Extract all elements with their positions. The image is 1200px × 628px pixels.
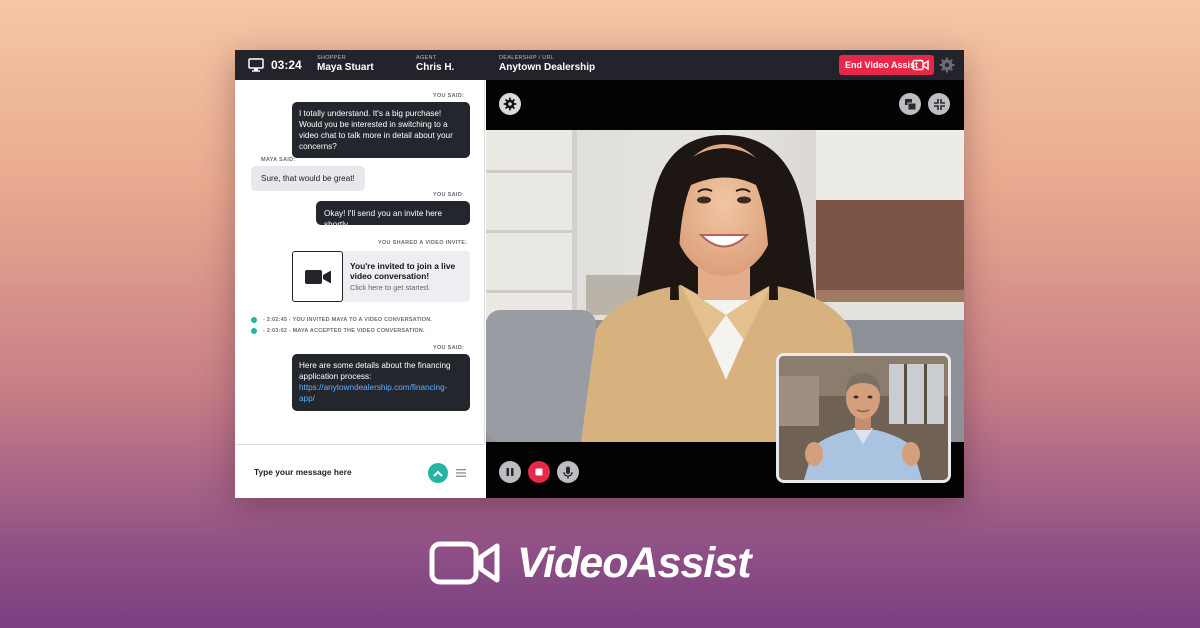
status-dot-icon <box>251 328 257 334</box>
shopper-message-bubble: Sure, that would be great! <box>251 166 365 191</box>
menu-icon[interactable] <box>456 469 466 477</box>
agent-info: AGENT Chris H. <box>416 55 454 74</box>
microphone-button[interactable] <box>557 461 579 483</box>
agent-video-pip[interactable] <box>776 353 951 483</box>
video-invite-card[interactable]: You're invited to join a live video conv… <box>292 251 470 302</box>
top-bar: 03:24 SHOPPER Maya Stuart AGENT Chris H.… <box>235 50 964 80</box>
brand-name: VideoAssist <box>517 538 752 587</box>
shopper-label: SHOPPER <box>317 55 346 61</box>
agent-label: AGENT <box>416 55 437 61</box>
dealership-label: DEALERSHIP / URL <box>499 55 555 61</box>
pause-icon <box>506 468 514 476</box>
microphone-icon <box>563 466 573 478</box>
dealership-name: Anytown Dealership <box>499 62 596 73</box>
gear-icon <box>503 97 517 111</box>
brand-logo: VideoAssist <box>429 538 752 587</box>
message-label: MAYA SAID: <box>261 157 296 163</box>
send-button[interactable] <box>428 463 448 483</box>
activity-log-item: - 2:02:45 - YOU INVITED MAYA TO A VIDEO … <box>251 317 432 323</box>
settings-gear-icon[interactable] <box>939 57 955 73</box>
chevron-up-icon <box>433 470 443 477</box>
video-assist-app: 03:24 SHOPPER Maya Stuart AGENT Chris H.… <box>235 50 964 498</box>
camera-switch-icon <box>904 98 916 110</box>
monitor-icon <box>248 58 264 72</box>
chat-panel: YOU SAID: I totally understand. It's a b… <box>235 80 485 498</box>
status-dot-icon <box>251 317 257 323</box>
video-camera-icon <box>912 59 929 71</box>
activity-log-item: - 2:03:02 - MAYA ACCEPTED THE VIDEO CONV… <box>251 328 425 334</box>
minimize-button[interactable] <box>928 93 950 115</box>
agent-video-feed <box>779 356 948 480</box>
video-camera-icon <box>304 269 331 284</box>
agent-message-bubble: Here are some details about the financin… <box>292 354 470 411</box>
shopper-name: Maya Stuart <box>317 62 374 73</box>
agent-message-bubble: Okay! I'll send you an invite here short… <box>316 201 470 229</box>
session-timer: 03:24 <box>271 58 302 72</box>
message-label: YOU SAID: <box>433 93 465 99</box>
dealership-info: DEALERSHIP / URL Anytown Dealership <box>499 55 595 74</box>
video-camera-logo-icon <box>429 541 500 585</box>
end-video-assist-button[interactable]: End Video Assist <box>839 55 934 75</box>
agent-message-bubble: I totally understand. It's a big purchas… <box>292 102 470 158</box>
collapse-icon <box>933 98 945 110</box>
end-button-label: End Video Assist <box>845 60 919 70</box>
switch-camera-button[interactable] <box>899 93 921 115</box>
invite-subtitle: Click here to get started. <box>350 283 431 292</box>
pause-button[interactable] <box>499 461 521 483</box>
video-settings-button[interactable] <box>499 93 521 115</box>
video-panel <box>486 80 964 498</box>
financing-link[interactable]: https://anytowndealership.com/financing-… <box>299 383 447 403</box>
message-composer: Type your message here <box>235 444 485 498</box>
agent-name: Chris H. <box>416 62 455 73</box>
invite-title: You're invited to join a live video conv… <box>350 261 456 281</box>
message-label: YOU SHARED A VIDEO INVITE: <box>378 240 468 246</box>
message-input[interactable]: Type your message here <box>254 467 352 477</box>
message-label: YOU SAID: <box>433 345 465 351</box>
stop-recording-button[interactable] <box>528 461 550 483</box>
message-label: YOU SAID: <box>433 192 465 198</box>
stop-icon <box>535 468 543 476</box>
shopper-info: SHOPPER Maya Stuart <box>317 55 374 74</box>
invite-icon-box <box>292 251 343 302</box>
